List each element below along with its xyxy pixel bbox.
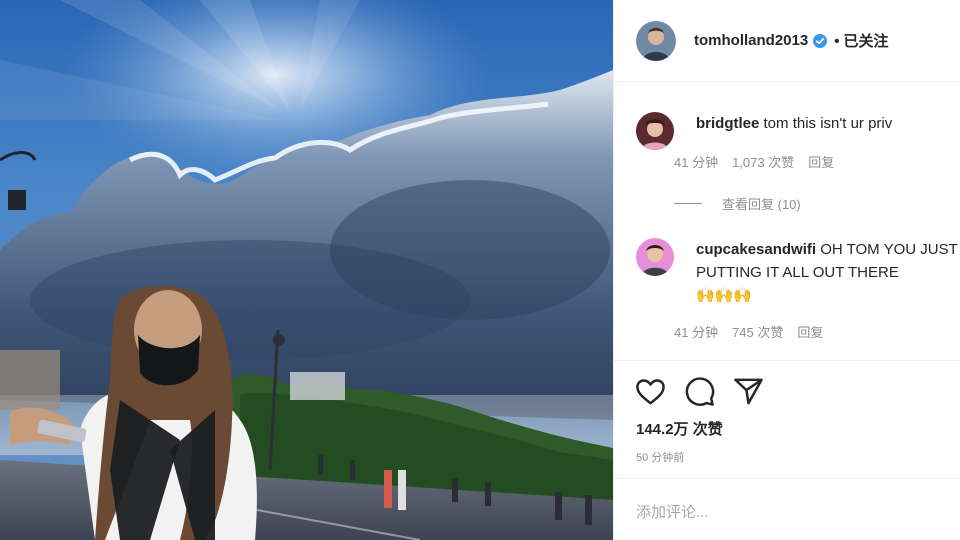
verified-badge-icon — [813, 33, 828, 48]
comment-bubble-icon[interactable] — [683, 375, 716, 408]
author-username[interactable]: tomholland2013 — [694, 32, 808, 49]
like-count[interactable]: 144.2万 次赞 — [636, 418, 723, 439]
separator-dot: • — [834, 33, 840, 50]
follow-status-label: 已关注 — [843, 33, 889, 50]
comment-time: 41 分钟 — [674, 325, 719, 340]
comment-meta: 41 分钟 1,073 次赞 回复 — [674, 152, 848, 171]
reply-button[interactable]: 回复 — [797, 325, 823, 340]
comment-likes[interactable]: 1,073 次赞 — [732, 155, 794, 170]
post-timestamp: 50 分钟前 — [636, 452, 685, 464]
paper-plane-icon[interactable] — [732, 375, 765, 408]
heart-icon[interactable] — [634, 375, 667, 408]
reply-button[interactable]: 回复 — [808, 155, 834, 170]
action-bar — [634, 375, 781, 408]
comment-username[interactable]: bridgtlee — [696, 115, 759, 132]
post-side-panel: tomholland2013 • 已关注 bridgtlee tom this i… — [613, 0, 960, 540]
add-comment-bar: 添加评论... — [614, 478, 960, 540]
follow-status-button[interactable]: • 已关注 — [834, 30, 888, 51]
comment-body: bridgtlee tom this isn't ur priv — [696, 112, 960, 135]
comment-body: cupcakesandwifi OH TOM YOU JUST PUTTING … — [696, 238, 960, 307]
view-replies-button[interactable]: 查看回复 (10) — [674, 194, 801, 213]
comment-emoji: 🙌🙌🙌 — [696, 287, 753, 304]
view-replies-label: 查看回复 (10) — [722, 197, 801, 212]
comment-likes[interactable]: 745 次赞 — [732, 325, 783, 340]
comment-time: 41 分钟 — [674, 155, 719, 170]
divider-line — [674, 203, 702, 204]
post-actions-section: 144.2万 次赞 50 分钟前 — [614, 360, 960, 478]
post-photo[interactable] — [0, 0, 613, 540]
comment-text: tom this isn't ur priv — [763, 115, 893, 132]
add-comment-input[interactable]: 添加评论... — [636, 501, 709, 522]
author-avatar[interactable] — [636, 20, 676, 61]
comment-meta: 41 分钟 745 次赞 回复 — [674, 322, 837, 341]
commenter-avatar[interactable] — [636, 238, 674, 276]
post-header: tomholland2013 • 已关注 — [614, 0, 960, 82]
comment-username[interactable]: cupcakesandwifi — [696, 241, 816, 258]
commenter-avatar[interactable] — [636, 112, 674, 150]
post-photo-artwork — [0, 0, 613, 540]
